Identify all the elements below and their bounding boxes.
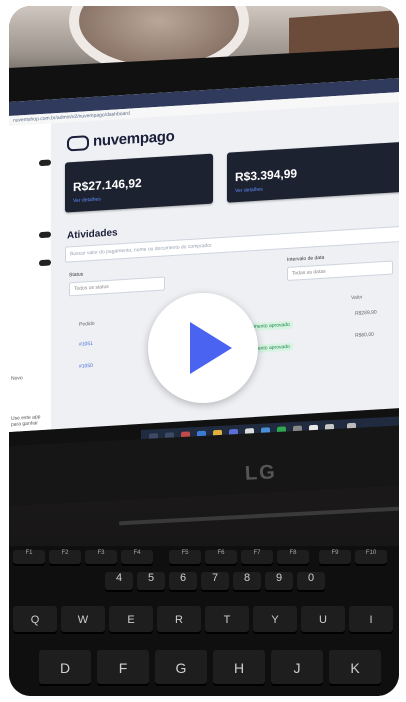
keyboard-key: D [39, 650, 91, 686]
balance-amount: R$27.146,92 [73, 175, 142, 195]
sidebar-badge: Novo [11, 375, 23, 382]
keyboard-key: F7 [241, 550, 273, 566]
keyboard-key: Q [13, 606, 57, 634]
play-button[interactable] [148, 293, 258, 403]
order-value: R$60,00 [355, 331, 374, 339]
dashboard-sidebar: Novo Use este app para ganhar [9, 123, 51, 432]
play-icon [190, 322, 232, 374]
keyboard-key: H [213, 650, 265, 686]
activities-title: Atividades [67, 227, 118, 242]
keyboard-key: 9 [265, 572, 293, 592]
keyboard-key: T [205, 606, 249, 634]
keyboard: F1 F2 F3 F4 F5 F6 F7 F8 F9 F10 4 5 6 7 8… [9, 546, 399, 696]
order-value: R$289,90 [355, 309, 377, 317]
balance-amount: R$3.394,99 [235, 166, 298, 185]
keyboard-key: W [61, 606, 105, 634]
keyboard-key: F5 [169, 550, 201, 566]
keyboard-key: F1 [13, 550, 45, 566]
keyboard-key: F3 [85, 550, 117, 566]
card-link: Ver detalhes [73, 196, 101, 205]
keyboard-key: Y [253, 606, 297, 634]
keyboard-key: R [157, 606, 201, 634]
filter-select: Todas as datas [287, 260, 393, 281]
keyboard-key: F2 [49, 550, 81, 566]
filter-label: Status [69, 271, 84, 279]
filter-select: Todos os status [69, 276, 165, 297]
keyboard-key: U [301, 606, 345, 634]
keyboard-key: 7 [201, 572, 229, 592]
sidebar-toggle [39, 159, 51, 167]
laptop-brand-logo: LG [244, 461, 278, 485]
keyboard-key: J [271, 650, 323, 686]
keyboard-key: F6 [205, 550, 237, 566]
keyboard-key: E [109, 606, 153, 634]
column-header: Valor [351, 294, 363, 302]
keyboard-key: 0 [297, 572, 325, 592]
keyboard-key: 8 [233, 572, 261, 592]
sidebar-toggle [39, 231, 51, 239]
keyboard-key: F10 [355, 550, 387, 566]
column-header: Pedido [79, 320, 95, 328]
brand-name: nuvempago [93, 127, 175, 150]
keyboard-key: 4 [105, 572, 133, 592]
keyboard-key: F9 [319, 550, 351, 566]
balance-card: R$3.394,99 Ver detalhes [227, 141, 399, 203]
filter-label: Intervalo de data [287, 254, 325, 263]
sidebar-toggle [39, 259, 51, 267]
cloud-icon [67, 134, 89, 151]
keyboard-key: F4 [121, 550, 153, 566]
keyboard-key: G [155, 650, 207, 686]
laptop-hinge [119, 506, 399, 526]
keyboard-key: F8 [277, 550, 309, 566]
card-link: Ver detalhes [235, 186, 263, 195]
keyboard-key: 6 [169, 572, 197, 592]
keyboard-key: F [97, 650, 149, 686]
sidebar-bottom-text: Use este app para ganhar [11, 414, 41, 428]
balance-card: R$27.146,92 Ver detalhes [65, 153, 213, 213]
order-id: #1051 [79, 340, 93, 348]
keyboard-key: K [329, 650, 381, 686]
brand-logo: nuvempago [67, 128, 174, 152]
keyboard-key: I [349, 606, 393, 634]
order-id: #1050 [79, 362, 93, 370]
keyboard-key: 5 [137, 572, 165, 592]
